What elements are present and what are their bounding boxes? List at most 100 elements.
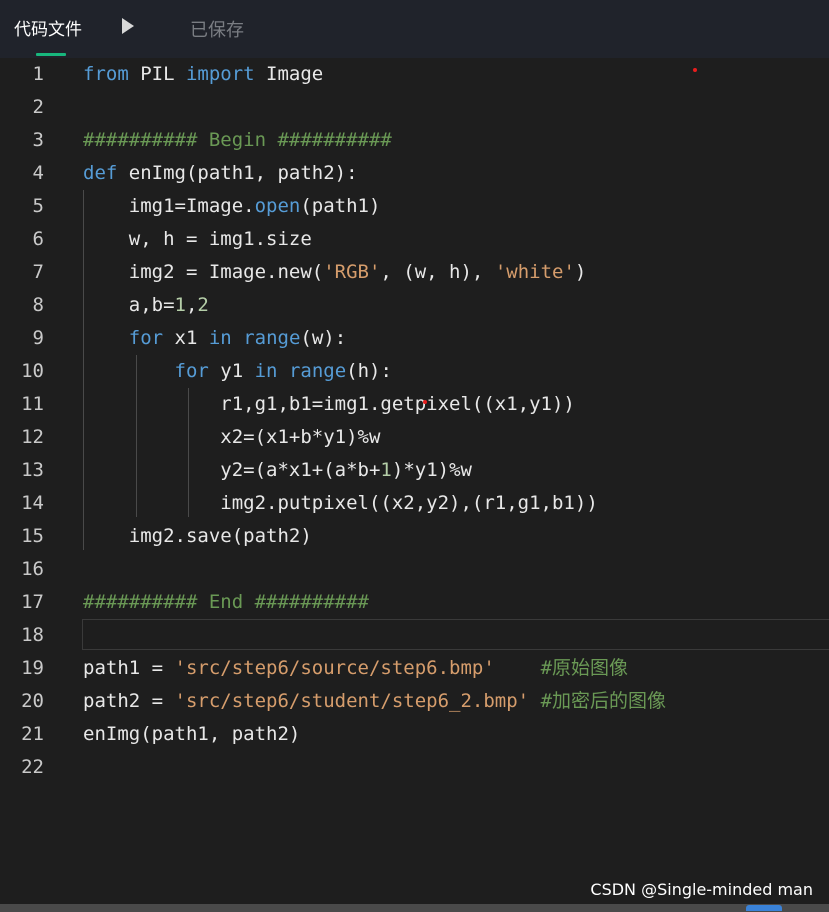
code-token: x2=(x1+b*y1)%w bbox=[83, 426, 381, 448]
line-number: 18 bbox=[21, 624, 44, 646]
code-token: PIL bbox=[128, 63, 186, 85]
line-number: 1 bbox=[32, 63, 44, 85]
code-token: y2=(a*x1+(a*b+ bbox=[83, 459, 381, 481]
line-number: 15 bbox=[21, 525, 44, 547]
save-status: 已保存 bbox=[190, 20, 244, 41]
code-token: 'RGB' bbox=[323, 261, 381, 283]
code-token: range bbox=[288, 360, 347, 382]
line-number: 13 bbox=[21, 459, 44, 481]
code-line[interactable]: y2=(a*x1+(a*b+1)*y1)%w bbox=[83, 454, 472, 487]
code-line[interactable]: def enImg(path1, path2): bbox=[83, 157, 358, 190]
play-icon[interactable] bbox=[122, 18, 134, 34]
code-line[interactable]: from PIL import Image bbox=[83, 58, 323, 91]
active-tab-indicator bbox=[36, 53, 66, 56]
code-token: import bbox=[185, 63, 255, 85]
line-number: 6 bbox=[32, 228, 44, 250]
code-line[interactable]: a,b=1,2 bbox=[83, 289, 209, 322]
code-line[interactable]: img2.putpixel((x2,y2),(r1,g1,b1)) bbox=[83, 487, 598, 520]
code-token: img2.putpixel((x2,y2),(r1,g1,b1)) bbox=[83, 492, 598, 514]
line-number: 20 bbox=[21, 690, 44, 712]
line-number: 10 bbox=[21, 360, 44, 382]
code-token: #加密后的图像 bbox=[540, 690, 667, 712]
marker-dot bbox=[693, 68, 697, 72]
code-token: 2 bbox=[197, 294, 209, 316]
line-number: 22 bbox=[21, 756, 44, 778]
line-number: 19 bbox=[21, 657, 44, 679]
code-line[interactable]: img2 = Image.new('RGB', (w, h), 'white') bbox=[83, 256, 587, 289]
code-line[interactable]: r1,g1,b1=img1.getpixel((x1,y1)) bbox=[83, 388, 575, 421]
code-token: a,b= bbox=[83, 294, 175, 316]
code-token: path1 = bbox=[83, 657, 175, 679]
code-token: Image bbox=[254, 63, 324, 85]
code-token: in bbox=[208, 327, 232, 349]
code-token: #原始图像 bbox=[540, 657, 629, 679]
code-token: (h): bbox=[346, 360, 392, 382]
code-line[interactable]: img1=Image.open(path1) bbox=[83, 190, 381, 223]
code-line[interactable]: ########## End ########## bbox=[83, 586, 369, 619]
code-line[interactable]: img2.save(path2) bbox=[83, 520, 312, 553]
code-line[interactable]: path2 = 'src/step6/student/step6_2.bmp' … bbox=[83, 685, 666, 718]
line-number: 3 bbox=[32, 129, 44, 151]
code-line[interactable]: x2=(x1+b*y1)%w bbox=[83, 421, 380, 454]
line-number: 2 bbox=[32, 96, 44, 118]
editor-toolbar: 代码文件 已保存 bbox=[0, 0, 829, 59]
code-token: )*y1)%w bbox=[391, 459, 472, 481]
code-token: (w): bbox=[300, 327, 347, 349]
code-line[interactable]: enImg(path1, path2) bbox=[83, 718, 300, 751]
code-token: ########## Begin ########## bbox=[83, 129, 392, 151]
line-number-gutter: 1 2 3 4 5 6 7 8 9 10 11 12 13 14 15 16 17 18 19 20 21 22 bbox=[0, 58, 60, 904]
code-line[interactable]: for x1 in range(w): bbox=[83, 322, 346, 355]
code-token: 'white' bbox=[494, 261, 575, 283]
line-number: 11 bbox=[21, 393, 44, 415]
code-token: ) bbox=[574, 261, 587, 283]
code-token: ########## End ########## bbox=[83, 591, 369, 613]
tab-code-file[interactable]: 代码文件 bbox=[14, 15, 82, 40]
code-token: r1,g1,b1=img1.getpixel((x1,y1)) bbox=[83, 393, 575, 415]
code-token: 'src/step6/student/step6_2.bmp' bbox=[174, 690, 530, 712]
code-token: from bbox=[83, 63, 129, 85]
line-number: 4 bbox=[32, 162, 44, 184]
code-token: , (w, h), bbox=[380, 261, 495, 283]
code-token: for bbox=[174, 360, 209, 382]
code-token: for bbox=[128, 327, 164, 349]
code-token: y1 bbox=[208, 360, 255, 382]
code-token: def bbox=[83, 162, 118, 184]
code-token: (path1) bbox=[300, 195, 381, 217]
code-token: x1 bbox=[163, 327, 209, 349]
code-token: path2 = bbox=[83, 690, 175, 712]
line-number: 16 bbox=[21, 558, 44, 580]
horizontal-scrollbar[interactable] bbox=[0, 904, 829, 912]
current-line-highlight bbox=[82, 619, 829, 650]
code-token: range bbox=[243, 327, 301, 349]
line-number: 5 bbox=[32, 195, 44, 217]
code-line[interactable]: path1 = 'src/step6/source/step6.bmp' #原始… bbox=[83, 652, 628, 685]
code-token: , bbox=[185, 294, 198, 316]
code-token: img1=Image. bbox=[83, 195, 255, 217]
code-line[interactable]: for y1 in range(h): bbox=[83, 355, 392, 388]
code-token: w, h = img1.size bbox=[83, 228, 312, 250]
line-number: 14 bbox=[21, 492, 44, 514]
code-token: 1 bbox=[380, 459, 392, 481]
code-token: img2.save(path2) bbox=[83, 525, 312, 547]
line-number: 7 bbox=[32, 261, 44, 283]
marker-dot bbox=[423, 400, 427, 404]
code-token: 'src/step6/source/step6.bmp' bbox=[174, 657, 495, 679]
code-token: open bbox=[254, 195, 301, 217]
code-token: in bbox=[254, 360, 278, 382]
code-editor[interactable]: 1 2 3 4 5 6 7 8 9 10 11 12 13 14 15 16 17 18 19 20 21 22 from… bbox=[0, 58, 829, 904]
code-line[interactable]: w, h = img1.size bbox=[83, 223, 312, 256]
code-token: 1 bbox=[174, 294, 186, 316]
code-token: img2 = Image.new( bbox=[83, 261, 324, 283]
line-number: 17 bbox=[21, 591, 44, 613]
line-number: 8 bbox=[32, 294, 44, 316]
code-line[interactable]: ########## Begin ########## bbox=[83, 124, 392, 157]
watermark: CSDN @Single-minded man bbox=[590, 880, 813, 899]
scrollbar-thumb[interactable] bbox=[746, 905, 782, 911]
line-number: 21 bbox=[21, 723, 44, 745]
code-token: enImg(path1, path2) bbox=[83, 723, 301, 745]
